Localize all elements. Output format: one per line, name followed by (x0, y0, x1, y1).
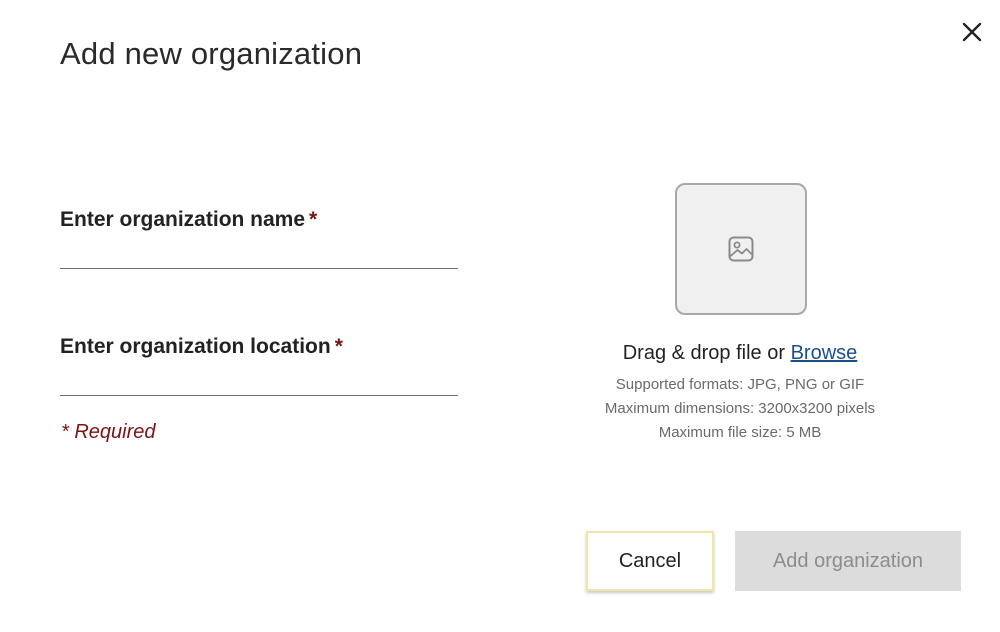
organization-name-label: Enter organization name * (60, 208, 318, 231)
add-organization-dialog: Add new organization Enter organization … (0, 0, 1000, 632)
dialog-title: Add new organization (60, 36, 363, 71)
image-icon (728, 236, 754, 262)
organization-name-field: Enter organization name * (60, 208, 458, 269)
max-file-size-text: Maximum file size: 5 MB (658, 424, 822, 441)
close-button[interactable] (956, 16, 988, 48)
upload-requirements: Supported formats: JPG, PNG or GIF Maxim… (540, 373, 940, 445)
drag-drop-text: Drag & drop file or Browse (622, 342, 858, 364)
cancel-button[interactable]: Cancel (586, 531, 714, 591)
organization-location-field: Enter organization location * (60, 335, 458, 396)
required-asterisk: * (309, 208, 318, 231)
required-asterisk: * (334, 335, 343, 358)
supported-formats-text: Supported formats: JPG, PNG or GIF (615, 376, 865, 393)
close-icon (962, 22, 982, 42)
add-organization-button[interactable]: Add organization (735, 531, 961, 591)
browse-link[interactable]: Browse (791, 342, 858, 364)
organization-location-label: Enter organization location * (60, 335, 343, 358)
organization-name-input[interactable] (60, 246, 458, 269)
image-drop-zone[interactable] (675, 183, 807, 315)
organization-location-input[interactable] (60, 373, 458, 396)
max-dimensions-text: Maximum dimensions: 3200x3200 pixels (604, 400, 876, 417)
required-note: * Required (61, 421, 156, 443)
